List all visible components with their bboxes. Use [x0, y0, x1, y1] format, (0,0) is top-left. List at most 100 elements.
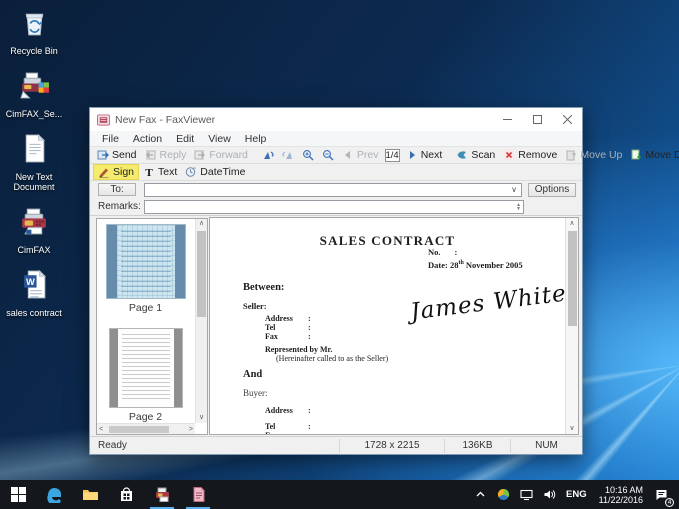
- sign-button[interactable]: Sign: [93, 164, 139, 180]
- tray-language[interactable]: ENG: [561, 480, 592, 509]
- network-icon: [520, 488, 533, 501]
- scroll-up-icon[interactable]: ∧: [199, 219, 204, 229]
- menu-bar: File Action Edit View Help: [90, 131, 582, 147]
- signature-james-white[interactable]: James White: [409, 281, 568, 326]
- desktop-icon-sales-contract[interactable]: W sales contract: [2, 268, 66, 318]
- text-button[interactable]: T Text: [139, 165, 181, 179]
- scan-button[interactable]: Scan: [452, 148, 499, 162]
- menu-action[interactable]: Action: [126, 133, 169, 145]
- recipient-row: To: ∨ Options: [90, 181, 582, 198]
- windows-logo-icon: [10, 486, 27, 503]
- rotate-right-button[interactable]: [278, 148, 298, 162]
- notification-badge: 4: [665, 498, 674, 507]
- fax-app-icon: [154, 486, 171, 503]
- prev-page-button[interactable]: Prev: [338, 148, 383, 162]
- desktop-icon-label: CimFAX_Se...: [6, 109, 63, 119]
- store-taskbar-button[interactable]: [108, 480, 144, 509]
- chevron-up-icon: [474, 488, 487, 501]
- cimfax-taskbar-button[interactable]: [144, 480, 180, 509]
- scrollbar-thumb[interactable]: [568, 231, 577, 326]
- document-page[interactable]: SALES CONTRACT No.: Date: 28th November …: [210, 218, 565, 434]
- move-up-button[interactable]: Move Up: [561, 148, 626, 162]
- page-2-caption: Page 2: [129, 411, 162, 423]
- seller-label: Seller:: [243, 301, 267, 311]
- zoom-in-button[interactable]: [298, 148, 318, 162]
- datetime-button[interactable]: DateTime: [181, 165, 249, 179]
- tray-volume-button[interactable]: [538, 480, 561, 509]
- zoom-out-button[interactable]: [318, 148, 338, 162]
- desktop-icon-recycle-bin[interactable]: Recycle Bin: [2, 6, 66, 56]
- recipient-combobox[interactable]: ∨: [144, 183, 522, 197]
- status-bar: Ready 1728 x 2215 136KB NUM: [90, 436, 582, 454]
- edge-taskbar-button[interactable]: [36, 480, 72, 509]
- menu-help[interactable]: Help: [238, 133, 274, 145]
- scroll-left-icon[interactable]: <: [99, 426, 103, 433]
- reply-button[interactable]: Reply: [141, 148, 191, 162]
- scroll-down-icon[interactable]: ∨: [569, 423, 574, 434]
- colorball-icon: [497, 488, 510, 501]
- start-button[interactable]: [0, 480, 36, 509]
- sign-pen-icon: [98, 166, 110, 178]
- thumbnail-horizontal-scrollbar[interactable]: < >: [97, 423, 195, 434]
- title-bar[interactable]: New Fax - FaxViewer: [90, 108, 582, 131]
- desktop-icon-new-text-document[interactable]: New Text Document: [2, 132, 66, 192]
- word-doc-icon: W: [18, 268, 51, 306]
- speaker-icon: [543, 488, 556, 501]
- desktop-wallpaper: Recycle Bin CimFAX_Se... New Text Docume…: [0, 0, 679, 480]
- close-button[interactable]: [552, 108, 582, 131]
- hereinafter-label: (Hereinafter called to as the Seller): [276, 354, 388, 363]
- seller-address-row: Address:: [265, 314, 311, 323]
- status-numlock: NUM: [510, 439, 582, 453]
- scroll-right-icon[interactable]: >: [189, 426, 193, 433]
- spinner-icon[interactable]: ▲▼: [516, 203, 523, 211]
- remarks-label: Remarks:: [98, 201, 142, 212]
- remove-icon: [503, 149, 515, 161]
- maximize-button[interactable]: [522, 108, 552, 131]
- file-explorer-taskbar-button[interactable]: [72, 480, 108, 509]
- scrollbar-thumb[interactable]: [109, 426, 169, 433]
- forward-icon: [194, 149, 206, 161]
- rotate-left-icon: [262, 149, 274, 161]
- page-2-thumbnail[interactable]: [109, 328, 183, 408]
- menu-edit[interactable]: Edit: [169, 133, 201, 145]
- tray-app-colorball[interactable]: [492, 480, 515, 509]
- menu-file[interactable]: File: [95, 133, 126, 145]
- remarks-input[interactable]: ▲▼: [144, 200, 524, 214]
- options-button[interactable]: Options: [528, 183, 576, 197]
- faxviewer-window: New Fax - FaxViewer File Action Edit Vie…: [89, 107, 583, 455]
- scrollbar-thumb[interactable]: [197, 231, 206, 317]
- send-button[interactable]: Send: [93, 148, 141, 162]
- thumbnail-panel: Page 1 Page 2 ∧ ∨ < >: [96, 218, 208, 435]
- page-number-input[interactable]: 1/4: [385, 149, 400, 162]
- desktop-icon-cimfax-setup[interactable]: CimFAX_Se...: [2, 69, 66, 119]
- menu-view[interactable]: View: [201, 133, 238, 145]
- tray-clock[interactable]: 10:16 AM 11/22/2016: [592, 485, 650, 505]
- zoom-out-icon: [322, 149, 334, 161]
- desktop-icon-label: Recycle Bin: [10, 46, 58, 56]
- rotate-left-button[interactable]: [258, 148, 278, 162]
- next-arrow-icon: [406, 149, 418, 161]
- move-down-button[interactable]: Move Do: [626, 148, 679, 162]
- scroll-down-icon[interactable]: ∨: [199, 413, 204, 423]
- reply-icon: [145, 149, 157, 161]
- to-button[interactable]: To:: [98, 183, 136, 196]
- thumbnail-vertical-scrollbar[interactable]: ∧ ∨: [195, 219, 207, 423]
- svg-text:W: W: [26, 277, 35, 287]
- tray-network-icon-button[interactable]: [515, 480, 538, 509]
- desktop-icon-cimfax[interactable]: CimFAX: [2, 205, 66, 255]
- next-page-button[interactable]: Next: [402, 148, 447, 162]
- faxviewer-taskbar-button[interactable]: [180, 480, 216, 509]
- forward-button[interactable]: Forward: [190, 148, 252, 162]
- action-center-button[interactable]: 4: [650, 480, 673, 509]
- prev-arrow-icon: [342, 149, 354, 161]
- tray-expand-chevron[interactable]: [469, 480, 492, 509]
- between-label: Between:: [243, 282, 284, 293]
- chevron-down-icon: ∨: [511, 185, 521, 194]
- scroll-up-icon[interactable]: ∧: [569, 218, 574, 229]
- faxviewer-doc-icon: [190, 486, 207, 503]
- remove-button[interactable]: Remove: [499, 148, 561, 162]
- minimize-button[interactable]: [492, 108, 522, 131]
- document-vertical-scrollbar[interactable]: ∧ ∨: [565, 218, 578, 434]
- page-1-thumbnail[interactable]: [106, 224, 186, 299]
- text-icon: T: [143, 166, 155, 178]
